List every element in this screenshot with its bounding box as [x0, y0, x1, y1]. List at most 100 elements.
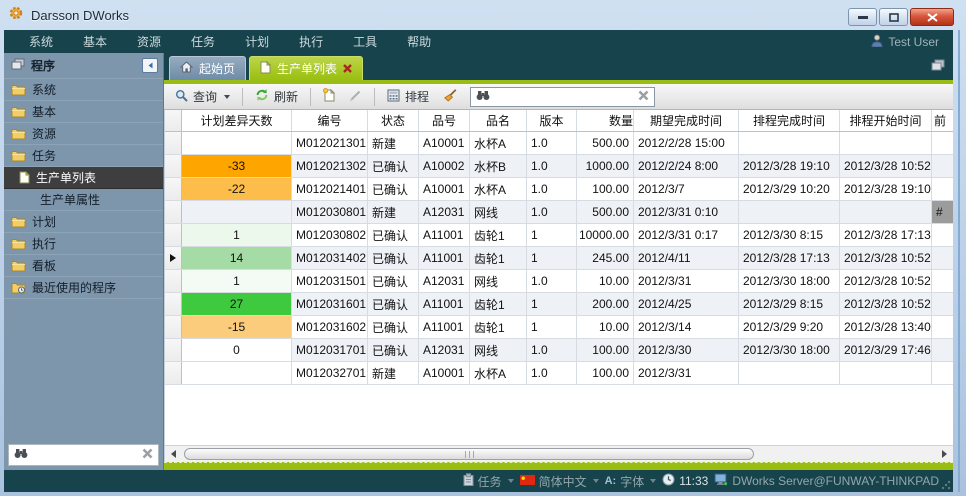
cell-version[interactable]: 1 — [527, 293, 577, 315]
cell-sched-start-time[interactable] — [840, 132, 932, 154]
sidebar-collapse-button[interactable] — [142, 58, 158, 73]
sidebar-item[interactable]: 基本 — [4, 101, 163, 123]
cell-plan-diff-days[interactable]: 1 — [182, 270, 292, 292]
scroll-right-arrow[interactable] — [936, 446, 953, 462]
table-row[interactable]: 1M012030802已确认A11001齿轮1110000.002012/3/3… — [165, 224, 953, 247]
cell-status[interactable]: 已确认 — [368, 247, 419, 269]
cell-plan-diff-days[interactable]: -33 — [182, 155, 292, 177]
column-header[interactable]: 数量 — [577, 110, 634, 131]
language-status-item[interactable]: 简体中文 — [520, 473, 599, 490]
chevron-down-icon[interactable] — [650, 479, 656, 483]
cell-order-no[interactable]: M012032701 — [292, 362, 368, 384]
cell-due-time[interactable]: 2012/3/7 — [634, 178, 739, 200]
sidebar-item[interactable]: 生产单列表 — [4, 167, 163, 189]
cell-extra[interactable]: # — [932, 201, 953, 223]
font-status-item[interactable]: A: 字体 — [605, 473, 657, 490]
sidebar-search-box[interactable] — [8, 444, 159, 466]
scrollbar-thumb[interactable] — [184, 448, 754, 460]
cell-quantity[interactable]: 100.00 — [577, 362, 634, 384]
clear-search-icon[interactable] — [142, 446, 153, 464]
row-selector[interactable] — [165, 155, 182, 177]
sidebar-item[interactable]: 计划 — [4, 211, 163, 233]
cell-quantity[interactable]: 100.00 — [577, 339, 634, 361]
refresh-button[interactable]: 刷新 — [250, 86, 303, 107]
cell-quantity[interactable]: 10000.00 — [577, 224, 634, 246]
cell-quantity[interactable]: 245.00 — [577, 247, 634, 269]
table-row[interactable]: 0M012031701已确认A12031网线1.0100.002012/3/30… — [165, 339, 953, 362]
cell-status[interactable]: 已确认 — [368, 155, 419, 177]
cell-item-no[interactable]: A11001 — [419, 293, 470, 315]
cell-version[interactable]: 1 — [527, 247, 577, 269]
cell-item-no[interactable]: A12031 — [419, 201, 470, 223]
cell-due-time[interactable]: 2012/3/31 0:10 — [634, 201, 739, 223]
sidebar-item[interactable]: 最近使用的程序 — [4, 277, 163, 299]
column-header[interactable]: 排程完成时间 — [739, 110, 840, 131]
cell-order-no[interactable]: M012021401 — [292, 178, 368, 200]
cell-plan-diff-days[interactable]: 27 — [182, 293, 292, 315]
cell-sched-start-time[interactable] — [840, 201, 932, 223]
cell-due-time[interactable]: 2012/3/31 — [634, 362, 739, 384]
maximize-button[interactable] — [879, 8, 908, 26]
tab-start-page[interactable]: 起始页 — [169, 56, 246, 80]
cell-sched-end-time[interactable]: 2012/3/29 10:20 — [739, 178, 840, 200]
cell-sched-start-time[interactable]: 2012/3/28 10:52 — [840, 270, 932, 292]
cell-item-name[interactable]: 齿轮1 — [470, 316, 527, 338]
cell-sched-end-time[interactable] — [739, 201, 840, 223]
cell-sched-end-time[interactable] — [739, 132, 840, 154]
row-selector[interactable] — [165, 247, 182, 269]
sidebar-item[interactable]: 资源 — [4, 123, 163, 145]
column-header[interactable]: 前 — [932, 110, 953, 131]
cell-extra[interactable] — [932, 155, 953, 177]
cell-due-time[interactable]: 2012/4/25 — [634, 293, 739, 315]
cell-due-time[interactable]: 2012/3/31 — [634, 270, 739, 292]
schedule-button[interactable]: 排程 — [382, 86, 434, 107]
edit-button[interactable] — [344, 87, 367, 107]
cell-status[interactable]: 已确认 — [368, 224, 419, 246]
cell-sched-start-time[interactable] — [840, 362, 932, 384]
sidebar-item[interactable]: 系统 — [4, 79, 163, 101]
cell-plan-diff-days[interactable] — [182, 132, 292, 154]
row-selector[interactable] — [165, 316, 182, 338]
table-row[interactable]: -15M012031602已确认A11001齿轮1110.002012/3/14… — [165, 316, 953, 339]
table-row[interactable]: 14M012031402已确认A11001齿轮11245.002012/4/11… — [165, 247, 953, 270]
row-selector[interactable] — [165, 362, 182, 384]
cell-quantity[interactable]: 10.00 — [577, 270, 634, 292]
row-selector[interactable] — [165, 201, 182, 223]
cell-item-name[interactable]: 齿轮1 — [470, 224, 527, 246]
cell-extra[interactable] — [932, 339, 953, 361]
cell-item-no[interactable]: A10002 — [419, 155, 470, 177]
tab-close-icon[interactable] — [343, 62, 352, 76]
cell-plan-diff-days[interactable]: 14 — [182, 247, 292, 269]
cell-sched-start-time[interactable]: 2012/3/28 13:40 — [840, 316, 932, 338]
cell-plan-diff-days[interactable]: -15 — [182, 316, 292, 338]
cell-version[interactable]: 1.0 — [527, 178, 577, 200]
column-header[interactable]: 编号 — [292, 110, 368, 131]
menu-item[interactable]: 工具 — [338, 33, 392, 50]
cell-version[interactable]: 1.0 — [527, 339, 577, 361]
resize-grip[interactable] — [941, 480, 951, 490]
cell-order-no[interactable]: M012031701 — [292, 339, 368, 361]
cell-item-name[interactable]: 齿轮1 — [470, 247, 527, 269]
cell-quantity[interactable]: 500.00 — [577, 201, 634, 223]
cell-extra[interactable] — [932, 293, 953, 315]
menu-item[interactable]: 系统 — [14, 33, 68, 50]
horizontal-scrollbar[interactable] — [165, 445, 953, 462]
menu-item[interactable]: 执行 — [284, 33, 338, 50]
menu-item[interactable]: 任务 — [176, 33, 230, 50]
cell-plan-diff-days[interactable]: 0 — [182, 339, 292, 361]
cell-sched-end-time[interactable]: 2012/3/29 8:15 — [739, 293, 840, 315]
chevron-down-icon[interactable] — [593, 479, 599, 483]
cell-due-time[interactable]: 2012/3/31 0:17 — [634, 224, 739, 246]
row-selector[interactable] — [165, 293, 182, 315]
cell-item-no[interactable]: A12031 — [419, 270, 470, 292]
cell-sched-start-time[interactable]: 2012/3/29 17:46 — [840, 339, 932, 361]
cell-order-no[interactable]: M012021302 — [292, 155, 368, 177]
cell-sched-start-time[interactable]: 2012/3/28 10:52 — [840, 155, 932, 177]
cell-version[interactable]: 1.0 — [527, 270, 577, 292]
cell-item-no[interactable]: A12031 — [419, 339, 470, 361]
cell-quantity[interactable]: 10.00 — [577, 316, 634, 338]
sidebar-item[interactable]: 看板 — [4, 255, 163, 277]
sidebar-item[interactable]: 执行 — [4, 233, 163, 255]
cell-item-name[interactable]: 网线 — [470, 270, 527, 292]
cell-item-no[interactable]: A11001 — [419, 247, 470, 269]
